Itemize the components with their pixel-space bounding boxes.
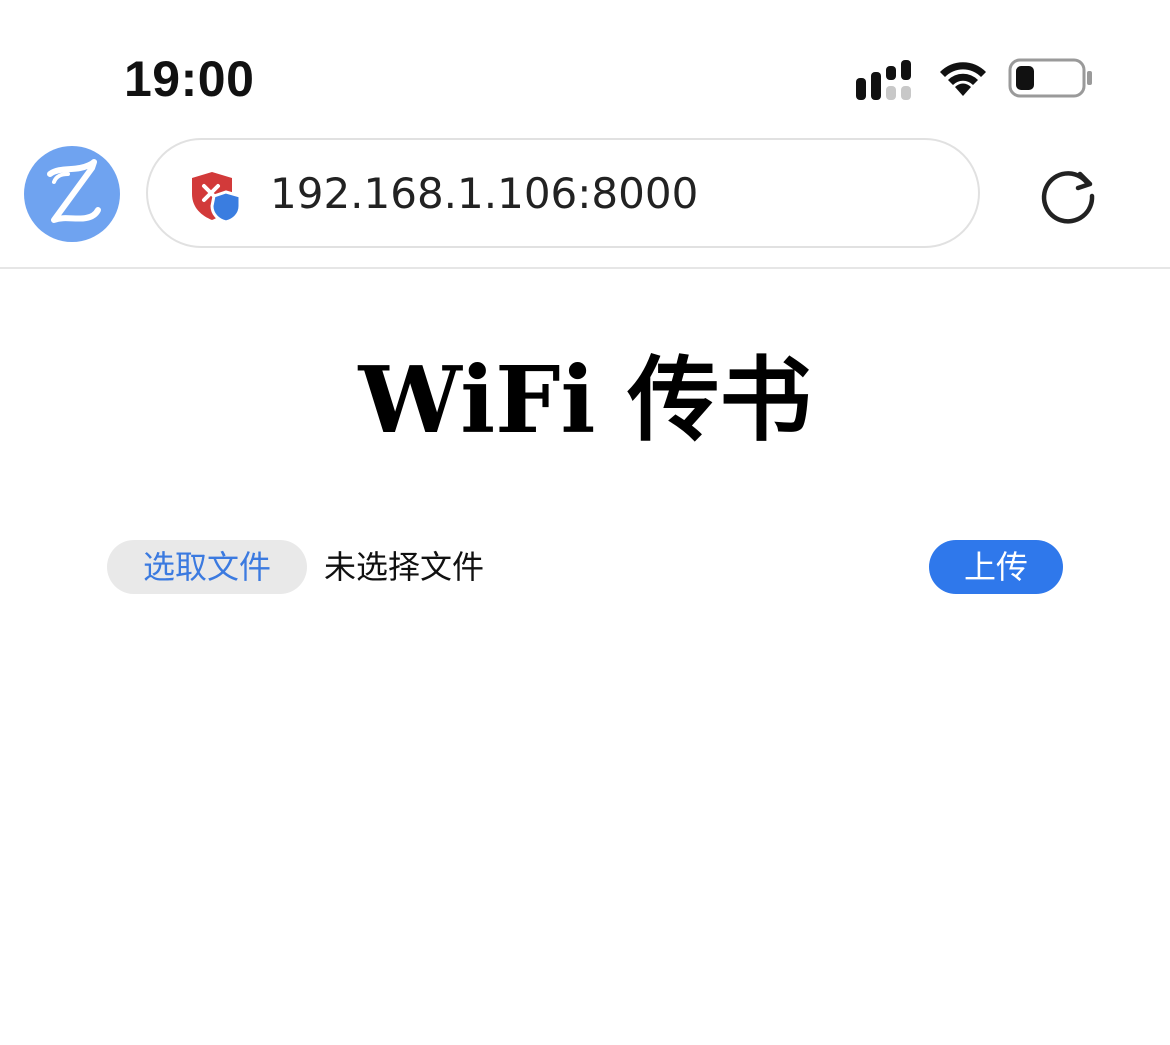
url-text[interactable]: 192.168.1.106:8000: [270, 168, 698, 220]
page-title: WiFi 传书: [358, 346, 812, 454]
address-bar[interactable]: 192.168.1.106:8000: [146, 138, 980, 248]
no-file-selected-text: 未选择文件: [324, 548, 485, 586]
battery-icon: [1008, 58, 1092, 98]
toolbar-divider: [0, 267, 1170, 269]
screen: 19:00 192.168.1.106:8000 WiFi 传书 选取文件 未选…: [0, 0, 1170, 1045]
choose-file-button[interactable]: 选取文件: [107, 540, 307, 594]
upload-button[interactable]: 上传: [929, 540, 1063, 594]
z-logo-icon: [47, 159, 101, 223]
wifi-icon: [940, 62, 986, 96]
cellular-signal-icon: [856, 60, 911, 100]
browser-logo[interactable]: [24, 146, 120, 242]
status-time: 19:00: [124, 51, 255, 107]
reload-icon[interactable]: [1036, 164, 1100, 228]
shield-warning-icon[interactable]: [188, 170, 242, 224]
